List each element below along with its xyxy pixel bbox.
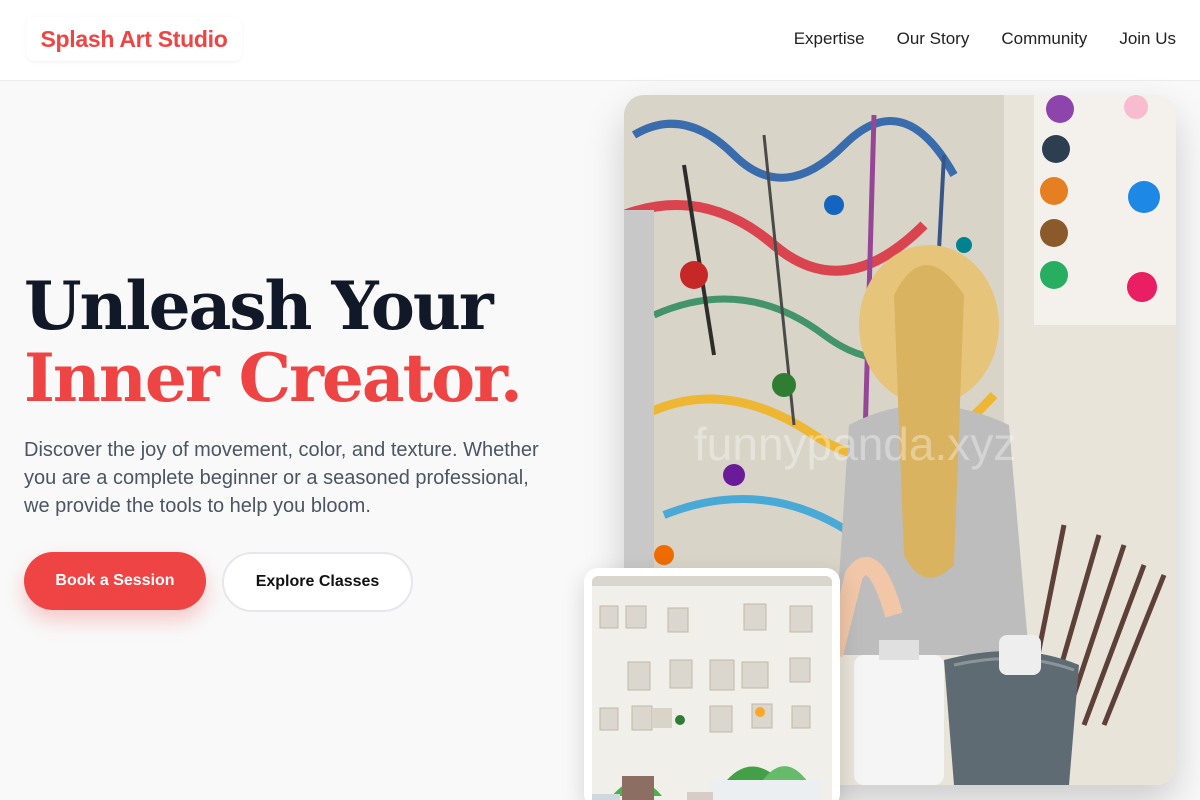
explore-classes-button[interactable]: Explore Classes — [222, 552, 413, 612]
watermark-text: funnypanda.xyz — [694, 418, 1016, 470]
brand-logo[interactable]: Splash Art Studio — [26, 17, 242, 61]
nav-link-expertise[interactable]: Expertise — [794, 29, 865, 49]
hero-title-line-1: Unleash Your — [24, 267, 494, 345]
hero-title-line-2: Inner Creator. — [24, 339, 523, 417]
nav-link-join-us[interactable]: Join Us — [1119, 29, 1176, 49]
nav-link-our-story[interactable]: Our Story — [897, 29, 970, 49]
studio-wall-with-clipboards-illustration — [592, 576, 832, 800]
main-nav: Expertise Our Story Community Join Us — [794, 29, 1176, 49]
hero-secondary-image — [592, 576, 832, 800]
book-session-button[interactable]: Book a Session — [24, 552, 206, 610]
hero-title: Unleash Your Inner Creator. — [24, 267, 523, 417]
site-header: Splash Art Studio Expertise Our Story Co… — [0, 0, 1200, 81]
hero-secondary-image-card — [584, 568, 840, 800]
hero-subtitle: Discover the joy of movement, color, and… — [24, 439, 539, 517]
brand-name: Splash Art Studio — [40, 25, 228, 52]
nav-link-community[interactable]: Community — [1001, 29, 1087, 49]
